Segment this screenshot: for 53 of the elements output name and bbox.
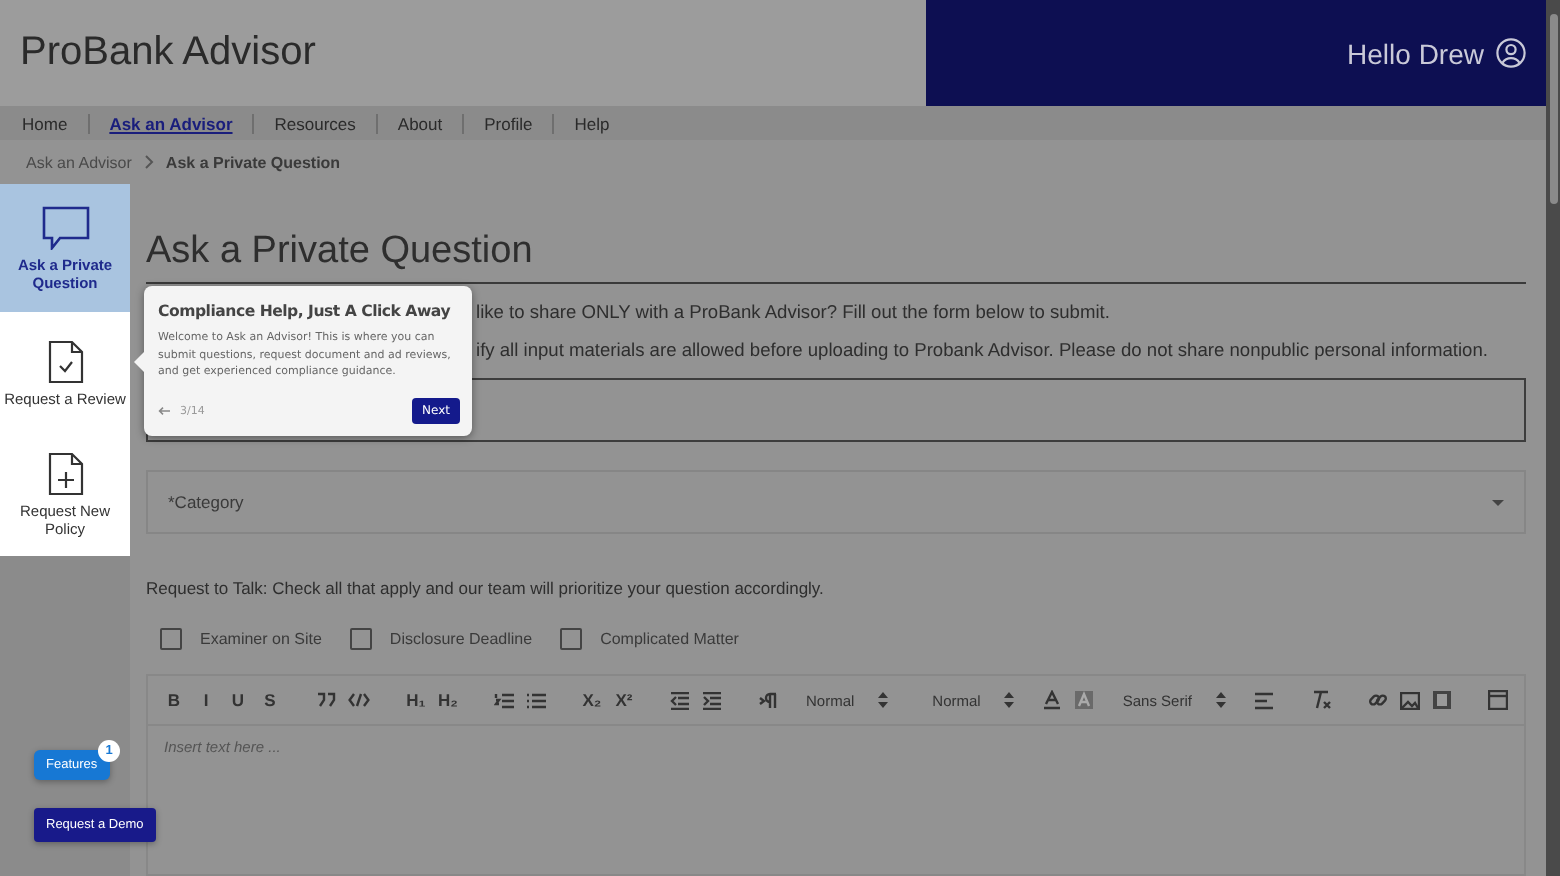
ordered-list-icon <box>494 691 514 709</box>
image-icon <box>1399 691 1420 709</box>
format-button[interactable]: H₁ <box>406 690 426 710</box>
format-button[interactable]: X² <box>614 690 634 710</box>
checkbox[interactable] <box>160 628 182 650</box>
nav-link[interactable]: About <box>375 113 463 133</box>
quote-icon <box>316 692 336 708</box>
instruction-text: ify all input materials are allowed before uploading to Probank Advisor. Please do not share nonpublic personal information. <box>476 340 1488 360</box>
category-dropdown[interactable]: *Category <box>146 470 1526 534</box>
bullet-list-icon <box>526 691 546 709</box>
outdent-icon <box>670 691 690 709</box>
format-button[interactable]: I <box>196 690 216 710</box>
format-button[interactable]: B <box>164 690 184 710</box>
nav-link[interactable]: Ask an Advisor <box>87 113 253 133</box>
checkbox-label: Complicated Matter <box>600 630 739 648</box>
nav-link[interactable]: Help <box>552 113 630 133</box>
app-title: ProBank Advisor <box>20 30 316 76</box>
checkbox-label: Examiner on Site <box>200 630 322 648</box>
align-icon <box>1253 691 1274 709</box>
nav-link[interactable]: Profile <box>462 113 553 133</box>
speech-bubble-icon <box>41 205 89 249</box>
up-down-arrows-icon <box>1215 692 1226 708</box>
nav-link[interactable]: Home <box>6 113 88 133</box>
format-button[interactable]: X₂ <box>582 690 602 710</box>
breadcrumb-link[interactable]: Ask an Advisor <box>26 153 132 171</box>
link-icon <box>1367 690 1388 710</box>
format-button[interactable]: U <box>228 690 248 710</box>
code-icon <box>348 692 370 708</box>
nav-link[interactable]: Resources <box>252 113 376 133</box>
document-check-icon <box>47 339 83 383</box>
up-down-arrows-icon <box>878 692 889 708</box>
clear-format-icon <box>1309 690 1332 710</box>
greeting: Hello Drew <box>1347 37 1484 69</box>
video-icon <box>1431 690 1452 710</box>
user-icon[interactable] <box>1496 38 1526 68</box>
checkbox[interactable] <box>349 628 372 650</box>
text-direction-icon <box>758 691 778 709</box>
checkbox[interactable] <box>560 628 583 650</box>
format-button[interactable]: S <box>260 690 280 710</box>
document-plus-icon <box>47 452 83 496</box>
format-button[interactable]: H₂ <box>438 690 458 710</box>
up-down-arrows-icon <box>1004 692 1015 708</box>
breadcrumb-current: Ask a Private Question <box>165 153 341 171</box>
back-arrow-icon[interactable] <box>158 406 170 416</box>
page-title: Ask a Private Question <box>146 230 1526 284</box>
request-to-talk-text: Request to Talk: Check all that apply and our team will prioritize your question accordingly. <box>146 578 826 598</box>
table-icon <box>1487 690 1508 710</box>
indent-icon <box>702 691 722 709</box>
text-color-icon <box>1042 690 1063 710</box>
chevron-right-icon <box>143 154 154 170</box>
instruction-text: like to share ONLY with a ProBank Advisor? Fill out the form below to submit. <box>476 302 1110 322</box>
checkbox-label: Disclosure Deadline <box>389 630 533 648</box>
text-background-icon <box>1074 690 1095 710</box>
